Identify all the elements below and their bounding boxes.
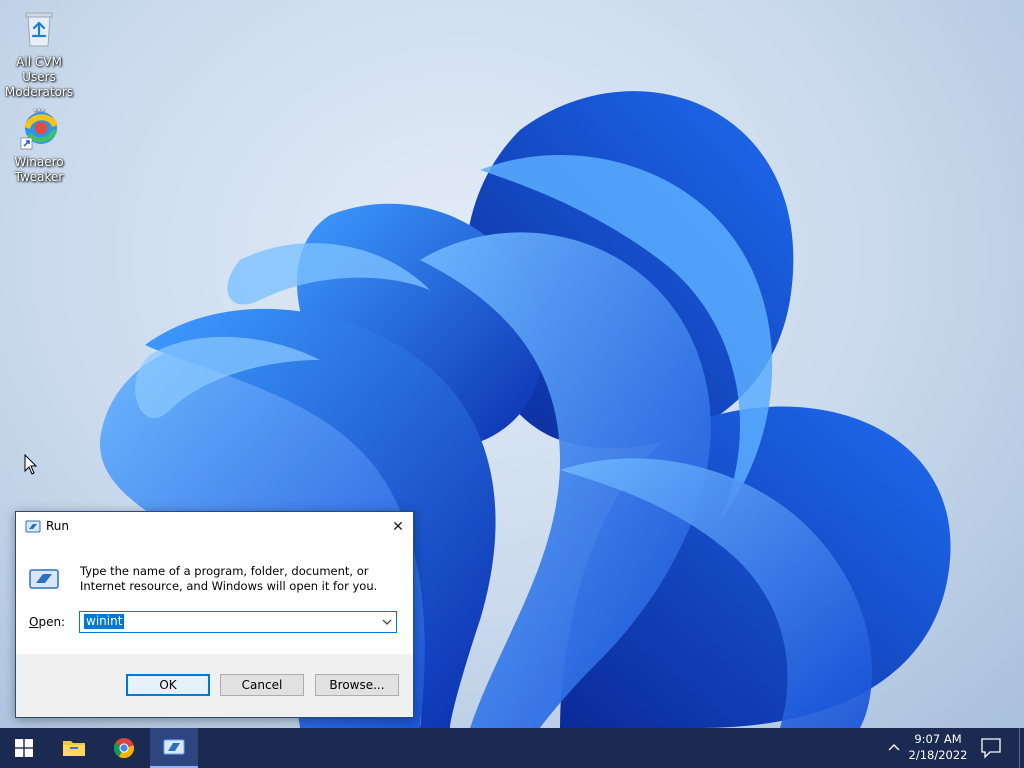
run-icon <box>25 520 41 533</box>
run-icon <box>29 569 59 589</box>
desktop-icon-recycle-bin[interactable]: All CVM Users Moderators ... <box>0 8 78 115</box>
winaero-tweaker-icon <box>17 108 61 152</box>
desktop-icon-label: Winaero Tweaker <box>14 155 64 184</box>
taskbar: 9:07 AM 2/18/2022 <box>0 728 1024 768</box>
taskbar-chrome[interactable] <box>100 728 148 768</box>
run-dialog-title: Run <box>46 519 70 533</box>
ok-button[interactable]: OK <box>126 674 210 696</box>
show-desktop-button[interactable] <box>1019 728 1020 768</box>
taskbar-run[interactable] <box>150 728 198 768</box>
clock-date: 2/18/2022 <box>908 748 968 762</box>
folder-icon <box>63 741 85 756</box>
open-combobox[interactable]: winint <box>79 611 397 633</box>
open-input[interactable]: winint <box>84 614 125 629</box>
run-icon <box>163 739 185 755</box>
desktop[interactable]: All CVM Users Moderators ... Winaero Twe… <box>0 0 1024 728</box>
run-dialog-body: Type the name of a program, folder, docu… <box>16 542 413 654</box>
close-button[interactable]: ✕ <box>383 512 413 541</box>
desktop-icon-label: All CVM Users Moderators ... <box>4 55 74 114</box>
run-dialog-description: Type the name of a program, folder, docu… <box>80 564 378 593</box>
open-label: Open: <box>29 615 66 629</box>
taskbar-file-explorer[interactable] <box>50 728 98 768</box>
cancel-button[interactable]: Cancel <box>220 674 304 696</box>
run-dialog-footer: OK Cancel Browse... <box>16 654 413 717</box>
taskbar-clock[interactable]: 9:07 AM 2/18/2022 <box>906 731 970 763</box>
chrome-icon <box>113 738 135 759</box>
run-dialog[interactable]: Run ✕ Type the name of a program, folder… <box>15 511 414 718</box>
desktop-icon-winaero-tweaker[interactable]: Winaero Tweaker <box>0 108 78 185</box>
close-icon: ✕ <box>392 518 404 535</box>
chevron-down-icon[interactable] <box>381 616 393 628</box>
recycle-bin-icon <box>17 8 61 52</box>
browse-button[interactable]: Browse... <box>315 674 399 696</box>
run-dialog-titlebar[interactable]: Run ✕ <box>16 512 413 542</box>
show-hidden-icons-chevron-up-icon[interactable] <box>884 738 904 758</box>
windows-logo-icon <box>15 739 33 757</box>
clock-time: 9:07 AM <box>914 732 962 746</box>
start-button[interactable] <box>0 728 48 768</box>
action-center-icon[interactable] <box>976 736 1006 760</box>
mouse-cursor-icon <box>24 454 38 475</box>
